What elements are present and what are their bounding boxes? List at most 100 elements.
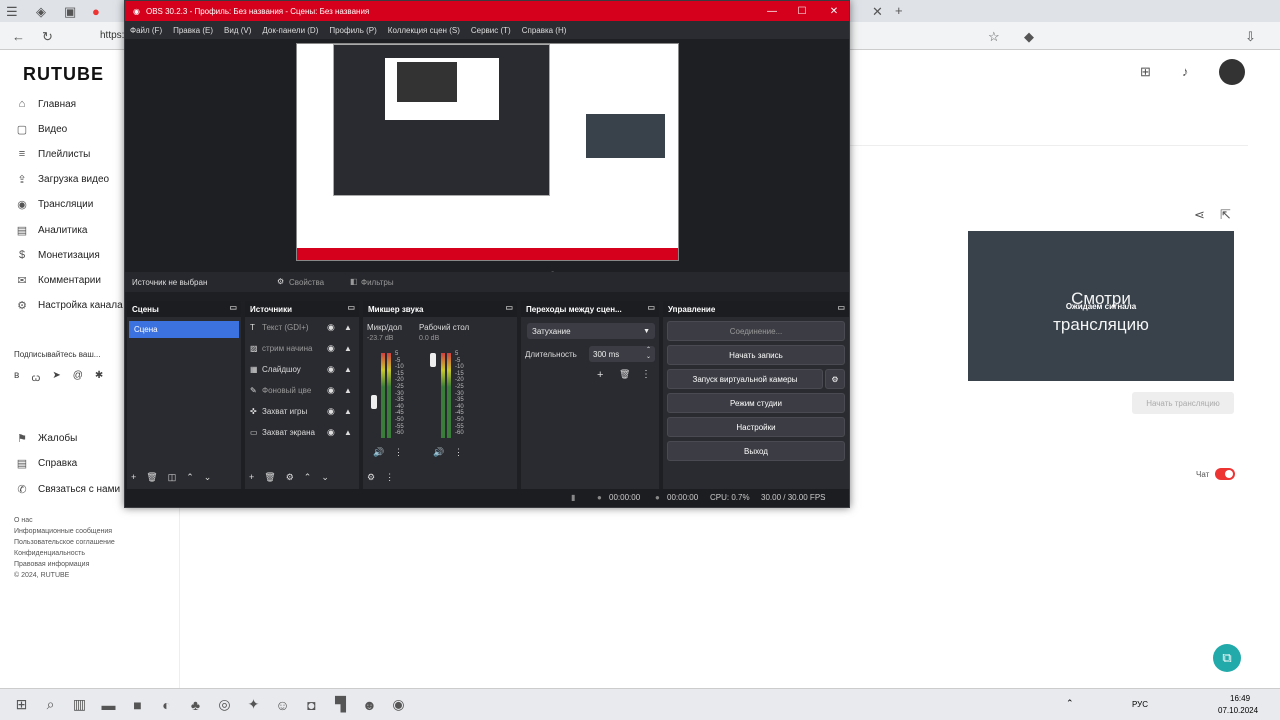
up-icon[interactable]: ⌃ [186,472,194,483]
discord-icon[interactable]: ☺ [268,693,297,717]
source-item[interactable]: ✎ Фоновый цве ◉ ▲ [245,380,359,401]
explorer-icon[interactable]: ▬ [94,693,123,717]
minecraft-icon[interactable]: ■ [123,693,152,717]
trash-icon[interactable]: 🗑 [264,472,275,483]
trash-icon[interactable]: 🗑 [619,369,630,380]
lock-icon[interactable]: ▲ [344,407,352,416]
close-tab-icon[interactable]: ✕ [872,4,883,20]
yandex-icon[interactable]: ◉ [384,693,413,717]
edge-icon[interactable]: ◐ [152,693,181,717]
yandex-icon[interactable]: ● [92,4,100,19]
filter-icon[interactable]: ◫ [168,472,177,483]
vk-icon[interactable]: ʙ [14,370,19,384]
filter-icon[interactable]: ◧ [350,277,358,286]
add-icon[interactable]: + [249,472,254,483]
source-item[interactable]: ▭ Захват экрана ◉ ▲ [245,422,359,443]
clock-time[interactable]: 16:49 [1230,694,1250,703]
undock-icon[interactable]: ▭ [347,303,355,312]
bell-icon[interactable]: ♪ [1182,64,1189,79]
start-recording-button[interactable]: Начать запись [667,345,845,365]
open-external-icon[interactable]: ⇱ [1220,207,1231,223]
trash-icon[interactable]: 🗑 [146,472,157,483]
reload-icon[interactable]: ↻ [42,29,53,45]
minimize-icon[interactable]: — [757,1,787,21]
game-icon[interactable]: ✦ [239,693,268,717]
terraria-icon[interactable]: ♣ [181,693,210,717]
at-icon[interactable]: @ [73,370,83,384]
footer-link[interactable]: О нас [14,515,115,526]
menu-icon[interactable]: ☰ [6,4,18,20]
share-icon[interactable]: ⋖ [1194,207,1205,223]
settings-button[interactable]: Настройки [667,417,845,437]
properties-button[interactable]: Свойства [289,278,324,287]
footer-link[interactable]: Пользовательское соглашение [14,537,115,548]
source-item[interactable]: ▦ Слайдшоу ◉ ▲ [245,359,359,380]
down-icon[interactable]: ⌄ [321,472,329,483]
more-icon[interactable]: ⋮ [454,447,463,458]
obs-menu-item[interactable]: Сервис (T) [471,26,511,35]
search-icon[interactable]: ⌕ [36,693,65,717]
exit-button[interactable]: Выход [667,441,845,461]
profile-icon[interactable]: ⇩ [1245,29,1256,45]
source-item[interactable]: T Текст (GDI+) ◉ ▲ [245,317,359,338]
scene-item[interactable]: Сцена [129,321,239,338]
stepper-arrows-icon[interactable]: ⌃ ⌄ [646,347,651,361]
undock-icon[interactable]: ▭ [505,303,513,312]
maximize-icon[interactable]: ☐ [787,1,817,21]
virtual-camera-button[interactable]: Запуск виртуальной камеры [667,369,823,389]
gear-icon[interactable]: ⚙ [277,277,284,286]
speaker-icon[interactable]: 🔊 [433,447,444,458]
add-icon[interactable]: + [597,369,603,381]
star-icon[interactable]: ☆ [988,29,1000,45]
eye-icon[interactable]: ◉ [327,364,335,375]
windows-icon[interactable]: ⊞ [7,693,36,717]
stream-thumbnail[interactable]: Ожидаем сигнала Смотри трансляцию [968,231,1234,381]
lock-icon[interactable]: ▲ [344,344,352,353]
avatar[interactable] [1219,59,1245,85]
mixer-settings-icon[interactable]: ⚙ [367,472,375,483]
eye-icon[interactable]: ◉ [327,385,335,396]
eye-icon[interactable]: ◉ [327,322,335,333]
language-indicator[interactable]: РУС [1132,700,1148,709]
volume-slider[interactable] [371,395,377,409]
down-icon[interactable]: ⌄ [204,472,212,483]
studio-mode-button[interactable]: Режим студии [667,393,845,413]
obs-preview[interactable] [296,43,679,261]
tray-up-icon[interactable]: ⌃ [1066,698,1074,709]
eye-icon[interactable]: ◉ [327,406,335,417]
up-icon[interactable]: ⌃ [304,472,312,483]
back-icon[interactable]: ← [12,29,25,44]
virtual-camera-settings-icon[interactable]: ⚙ [825,369,845,389]
close-icon[interactable]: ✕ [819,1,849,21]
obs-menu-item[interactable]: Файл (F) [130,26,162,35]
ok-icon[interactable]: ꞷ [31,370,40,384]
extensions-icon[interactable]: ◆ [1024,29,1034,45]
more-icon[interactable]: ⋮ [394,447,403,458]
footer-link[interactable]: Информационные сообщения [14,526,115,537]
lock-icon[interactable]: ▲ [344,365,352,374]
twitch-icon[interactable]: ▜ [326,693,355,717]
obs-menu-item[interactable]: Справка (H) [522,26,567,35]
obs-menu-item[interactable]: Профиль (P) [329,26,376,35]
more-icon[interactable]: ⋮ [385,472,394,483]
telegram-icon[interactable]: ➤ [52,370,60,384]
lock-icon[interactable]: ▲ [344,428,352,437]
shield-icon[interactable]: ◈ [36,4,46,20]
taskview-icon[interactable]: ▥ [65,693,94,717]
clock-date[interactable]: 07.10.2024 [1218,706,1258,715]
obs-menu-item[interactable]: Док-панели (D) [262,26,318,35]
chat-toggle[interactable] [1215,468,1235,480]
upload-icon[interactable]: ⊞ [1140,64,1151,80]
add-icon[interactable]: + [131,472,136,483]
new-tab-icon[interactable]: + [895,3,903,18]
eye-icon[interactable]: ◉ [327,343,335,354]
undock-icon[interactable]: ▭ [647,303,655,312]
lock-icon[interactable]: ▲ [344,323,352,332]
obs-menu-item[interactable]: Правка (E) [173,26,213,35]
footer-link[interactable]: Правовая информация [14,559,115,570]
gear-icon[interactable]: ⚙ [286,472,294,483]
transition-select[interactable]: Затухание ▼ [527,323,655,339]
more-icon[interactable]: ⋮ [641,369,651,380]
obs-menu-item[interactable]: Вид (V) [224,26,251,35]
undock-icon[interactable]: ▭ [229,303,237,312]
